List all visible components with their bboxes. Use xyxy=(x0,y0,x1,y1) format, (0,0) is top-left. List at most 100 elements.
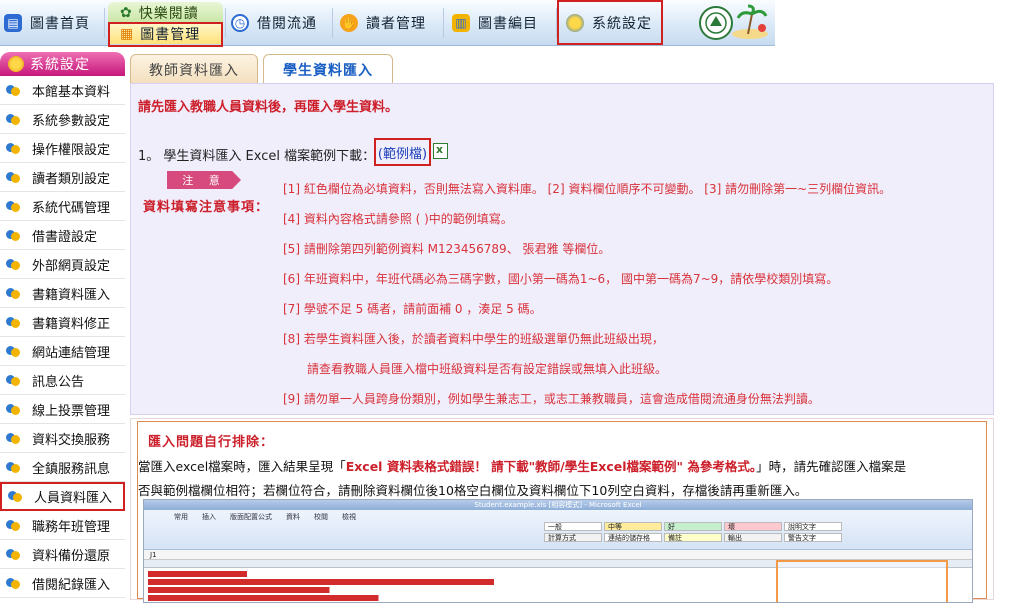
troubleshoot-line-1-post: 」時，請先確認匯入檔案是 xyxy=(756,459,907,474)
sidebar-item-label: 網站連結管理 xyxy=(32,345,111,361)
import-order-warning: 請先匯入教職人員資料後，再匯入學生資料。 xyxy=(138,100,399,115)
sidebar-item[interactable]: 外部網頁設定 xyxy=(0,250,125,279)
excel-style-swatch: 備註 xyxy=(664,533,722,542)
sidebar-item[interactable]: 人員資料匯入 xyxy=(0,482,125,511)
excel-file-icon[interactable] xyxy=(433,143,448,159)
nav-system-settings[interactable]: 系統設定 xyxy=(566,0,652,46)
settings-icon xyxy=(8,489,23,504)
troubleshoot-frame: 匯入問題自行排除： 當匯入excel檔案時，匯入結果呈現「Excel 資料表格式… xyxy=(137,421,987,603)
sample-file-link-label: (範例檔) xyxy=(377,146,428,162)
sidebar-item-label: 系統代碼管理 xyxy=(32,200,111,216)
sample-file-link[interactable]: (範例檔) xyxy=(374,138,431,166)
sidebar-item[interactable]: 書籍資料修正 xyxy=(0,308,125,337)
sidebar-item-label: 讀者類別設定 xyxy=(32,171,111,187)
excel-formula-bar: J1 xyxy=(144,550,972,560)
note-item: [8] 若學生資料匯入後，於讀者資料中學生的班級選單仍無此班級出現， xyxy=(283,332,664,346)
nav-divider xyxy=(556,8,557,38)
sidebar-item[interactable]: 借書證設定 xyxy=(0,221,125,250)
nav-cataloging[interactable]: ▥ 圖書編目 xyxy=(452,0,538,46)
nav-divider xyxy=(443,8,444,38)
tab-student-import[interactable]: 學生資料匯入 xyxy=(263,54,393,84)
sidebar-item[interactable]: 本館基本資料 xyxy=(0,76,125,105)
sidebar-item-label: 線上投票管理 xyxy=(32,403,111,419)
settings-icon xyxy=(6,83,21,98)
sidebar-item-label: 書籍資料修正 xyxy=(32,316,111,332)
excel-ribbon-tab: 校閱 xyxy=(314,513,328,521)
gear-icon xyxy=(8,56,24,72)
excel-ribbon-tab: 檢視 xyxy=(342,513,356,521)
note-item: [1] 紅色欄位為必填資料，否則無法寫入資料庫。 [2] 資料欄位順序不可變動。… xyxy=(283,182,892,196)
note-item: [9] 請勿單一人員跨身份類別，例如學生兼志工，或志工兼教職員，這會造成借閱流通… xyxy=(283,392,820,406)
sidebar-item[interactable]: 系統代碼管理 xyxy=(0,192,125,221)
sidebar-item[interactable]: 書籍資料匯入 xyxy=(0,279,125,308)
reader-icon: ✋ xyxy=(340,14,358,32)
excel-ribbon: 常用 插入 版面配置 公式 資料 校閱 檢視 一般 中等好壞說明文字 計算方式 連結的儲存格 備註輸… xyxy=(144,510,972,550)
excel-style-swatch: 警告文字 xyxy=(784,533,842,542)
settings-icon xyxy=(6,141,21,156)
book-icon: ▤ xyxy=(4,14,22,32)
sidebar-item-label: 職務年班管理 xyxy=(32,519,111,535)
nav-reader-management-label: 讀者管理 xyxy=(366,16,426,32)
sidebar-item-label: 系統參數設定 xyxy=(32,113,111,129)
nav-reader-management[interactable]: ✋ 讀者管理 xyxy=(340,0,426,46)
sidebar-item[interactable]: 職務年班管理 xyxy=(0,511,125,540)
sidebar-item-label: 書籍資料匯入 xyxy=(32,287,111,303)
download-instruction: 1。 學生資料匯入 Excel 檔案範例下載： xyxy=(138,149,376,164)
excel-style-swatch: 中等 xyxy=(604,522,662,531)
settings-icon xyxy=(6,315,21,330)
sidebar-item[interactable]: 操作權限設定 xyxy=(0,134,125,163)
sidebar-item[interactable]: 訊息公告 xyxy=(0,366,125,395)
settings-icon xyxy=(6,228,21,243)
sidebar-item[interactable]: 讀者類別設定 xyxy=(0,163,125,192)
import-panel: 請先匯入教職人員資料後，再匯入學生資料。 1。 學生資料匯入 Excel 檔案範… xyxy=(130,83,994,415)
nav-circulation[interactable]: ◷ 借閱流通 xyxy=(231,0,317,46)
sidebar-item[interactable]: 線上投票管理 xyxy=(0,395,125,424)
sidebar-item[interactable]: 借閱紀錄匯入 xyxy=(0,569,125,598)
excel-style-swatch: 好 xyxy=(664,522,722,531)
note-item: [7] 學號不足 5 碼者，請前面補 0 ，湊足 5 碼。 xyxy=(283,302,542,316)
tab-teacher-import[interactable]: 教師資料匯入 xyxy=(130,54,258,84)
settings-icon xyxy=(6,344,21,359)
sidebar-header-label: 系統設定 xyxy=(30,57,90,73)
settings-icon xyxy=(6,460,21,475)
sidebar: 系統設定 本館基本資料 系統參數設定 操作權限設定 讀者類別設定 系統代碼管理 借書證設定… xyxy=(0,52,125,600)
sidebar-item[interactable]: 系統參數設定 xyxy=(0,105,125,134)
excel-style-swatch: 連結的儲存格 xyxy=(604,533,662,542)
sidebar-item[interactable]: 資料備份還原 xyxy=(0,540,125,569)
nav-circulation-label: 借閱流通 xyxy=(257,16,317,32)
sidebar-header: 系統設定 xyxy=(0,52,125,76)
gear-icon xyxy=(566,14,584,32)
highlight-box xyxy=(776,560,948,602)
nav-happy-reading[interactable]: ✿ 快樂閱讀 xyxy=(108,2,223,23)
nav-home[interactable]: ▤ 圖書首頁 xyxy=(4,0,90,46)
nav-system-settings-label: 系統設定 xyxy=(592,16,652,32)
sidebar-item-label: 本館基本資料 xyxy=(32,84,111,100)
excel-style-swatch: 壞 xyxy=(724,522,782,531)
sidebar-item-label: 操作權限設定 xyxy=(32,142,111,158)
excel-style-swatch: 一般 xyxy=(544,522,602,531)
note-item: [4] 資料內容格式請參照 ( )中的範例填寫。 xyxy=(283,212,513,226)
settings-icon xyxy=(6,576,21,591)
sidebar-item-label: 資料交換服務 xyxy=(32,432,111,448)
note-item: [5] 請刪除第四列範例資料 M123456789、 張君雅 等欄位。 xyxy=(283,242,611,256)
sidebar-item[interactable]: 資料交換服務 xyxy=(0,424,125,453)
school-logo xyxy=(698,4,770,42)
error-message: Excel 資料表格式錯誤！ 請下載"教師/學生Excel檔案範例" 為參考格式… xyxy=(345,459,757,474)
nav-divider xyxy=(225,8,226,38)
reading-icon: ✿ xyxy=(120,4,133,21)
nav-book-management[interactable]: ▦ 圖書管理 xyxy=(108,23,223,44)
sidebar-list: 本館基本資料 系統參數設定 操作權限設定 讀者類別設定 系統代碼管理 借書證設定外部網頁設… xyxy=(0,76,125,598)
top-navigation: ▤ 圖書首頁 ✿ 快樂閱讀 ▦ 圖書管理 ◷ 借閱流通 ✋ 讀者管理 ▥ 圖書編… xyxy=(0,0,775,47)
excel-ribbon-tab: 插入 xyxy=(202,513,216,521)
troubleshoot-box: 匯入問題自行排除： 當匯入excel檔案時，匯入結果呈現「Excel 資料表格式… xyxy=(130,418,994,603)
settings-icon xyxy=(6,286,21,301)
sidebar-item[interactable]: 網站連結管理 xyxy=(0,337,125,366)
sidebar-item-label: 借書證設定 xyxy=(32,229,98,245)
excel-screenshot: Student.example.xls [相容模式] - Microsoft E… xyxy=(143,499,973,603)
sidebar-item-label: 借閱紀錄匯入 xyxy=(32,577,111,593)
notes-heading: 資料填寫注意事項： xyxy=(143,200,270,215)
settings-icon xyxy=(6,547,21,562)
excel-ribbon-tab: 常用 xyxy=(174,513,188,521)
sidebar-item[interactable]: 全鎮服務訊息 xyxy=(0,453,125,482)
nav-cataloging-label: 圖書編目 xyxy=(478,16,538,32)
